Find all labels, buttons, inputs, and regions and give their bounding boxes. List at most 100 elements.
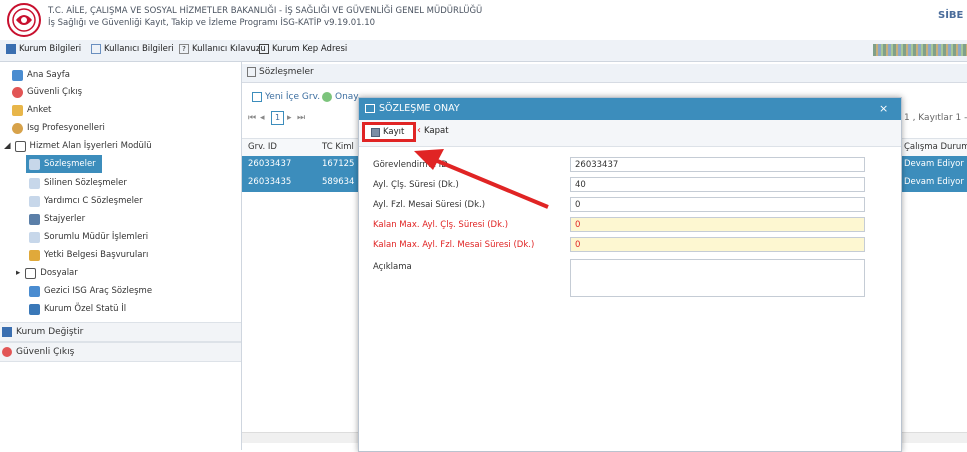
cell-status: Devam Ediyor [904, 159, 964, 169]
sidebar-item-dosyalar[interactable]: ▸ Dosyalar [16, 264, 78, 282]
app-subtitle: İş Sağlığı ve Güvenliği Kayıt, Takip ve … [48, 18, 376, 28]
menu-label: Kullanıcı Bilgileri [104, 44, 174, 54]
sidebar-item-isg-profesyonelleri[interactable]: Isg Profesyonelleri [12, 119, 105, 137]
banner-image [873, 44, 967, 56]
dialog-title: SÖZLEŞME ONAY [379, 103, 460, 114]
home-icon [12, 69, 23, 81]
add-icon [252, 92, 262, 102]
cell-tc: 167125 [322, 159, 355, 169]
menu-kullanici-bilgileri[interactable]: Kullanıcı Bilgileri [91, 44, 174, 54]
sidebar-item-label: Hizmet Alan İşyerleri Modülü [29, 141, 152, 151]
sidebar-item-guvenli-cikis[interactable]: Güvenli Çıkış [12, 83, 82, 101]
sidebar-item-kurum-ozel-statu[interactable]: Kurum Özel Statü İl [29, 300, 126, 318]
user-icon [12, 122, 23, 134]
sidebar-item-yetki-belgesi[interactable]: Yetki Belgesi Başvuruları [29, 246, 148, 264]
column-header[interactable]: Çalışma Durumu [904, 142, 967, 152]
cell-id: 26033437 [248, 159, 292, 169]
button-label: Kapat [424, 125, 449, 136]
sidebar-item-sorumlu-mudur[interactable]: Sorumlu Müdür İşlemleri [29, 228, 148, 246]
records-info: 1 , Kayıtlar 1 - 2 [904, 113, 967, 123]
field-label-kalan-calisma: Kalan Max. Ayl. Çlş. Süresi (Dk.) [373, 220, 509, 230]
kalan-fazla-mesai-field[interactable] [570, 237, 865, 252]
tab-bar: Sözleşmeler [242, 64, 967, 83]
next-page-icon[interactable]: ▸ [287, 113, 292, 123]
calisma-suresi-field[interactable] [570, 177, 865, 192]
field-label-kalan-fazla-mesai: Kalan Max. Ayl. Fzl. Mesai Süresi (Dk.) [373, 240, 535, 250]
chevron-right-icon: ▸ [16, 268, 21, 278]
status-icon [29, 303, 40, 315]
sidebar-item-label: Anket [27, 105, 52, 115]
page-number[interactable]: 1 [271, 111, 284, 125]
close-icon[interactable]: × [879, 102, 888, 115]
save-button[interactable]: Kayıt [362, 122, 416, 142]
menu-kurum-bilgileri[interactable]: Kurum Bilgileri [6, 44, 81, 54]
cancel-icon: ‹ [417, 125, 421, 136]
button-label: Yeni İçe Grv. [265, 92, 321, 102]
tab-sozlesmeler[interactable]: Sözleşmeler [247, 67, 314, 77]
user-search-icon [91, 44, 101, 54]
field-label-aciklama: Açıklama [373, 262, 412, 272]
sidebar-item-stajyerler[interactable]: Stajyerler [29, 210, 85, 228]
sidebar: Ana Sayfa Güvenli Çıkış Anket Isg Profes… [0, 62, 242, 450]
approve-button[interactable]: Onay [322, 92, 359, 102]
button-label: Kayıt [383, 127, 405, 137]
column-header[interactable]: Grv. ID [248, 142, 277, 152]
cancel-button[interactable]: ‹ Kapat [417, 125, 449, 136]
sidebar-item-label: Sözleşmeler [44, 159, 96, 169]
prev-page-icon[interactable]: ◂ [260, 113, 265, 123]
help-icon: ? [179, 44, 189, 54]
top-menu: Kurum Bilgileri Kullanıcı Bilgileri ? Ku… [0, 40, 967, 62]
sidebar-bottom-guvenli-cikis[interactable]: Güvenli Çıkış [0, 342, 241, 362]
sidebar-item-label: Yetki Belgesi Başvuruları [44, 250, 149, 260]
document-icon [29, 195, 40, 207]
column-header[interactable]: TC Kiml [322, 142, 354, 152]
sidebar-item-label: Kurum Değiştir [16, 327, 84, 337]
chevron-down-icon: ◢ [4, 141, 11, 151]
brand-logo: SİBE [938, 10, 964, 21]
sidebar-item-label: Kurum Özel Statü İl [44, 304, 127, 314]
sidebar-kurum-degistir[interactable]: Kurum Değiştir [0, 322, 241, 342]
sidebar-item-label: Sorumlu Müdür İşlemleri [44, 232, 149, 242]
cell-id: 26033435 [248, 177, 292, 187]
exit-icon [12, 86, 23, 98]
field-label-fazla-mesai: Ayl. Fzl. Mesai Süresi (Dk.) [373, 200, 486, 210]
sidebar-item-label: Güvenli Çıkış [27, 87, 83, 97]
gorevlendirme-id-field[interactable] [570, 157, 865, 172]
aciklama-textarea[interactable] [570, 259, 865, 297]
kalan-calisma-field[interactable] [570, 217, 865, 232]
sidebar-item-silinen-sozlesmeler[interactable]: Silinen Sözleşmeler [29, 174, 127, 192]
app-header: T.C. AİLE, ÇALIŞMA VE SOSYAL HİZMETLER B… [0, 0, 967, 41]
sidebar-item-label: Isg Profesyonelleri [27, 123, 105, 133]
building-icon [2, 327, 12, 337]
new-assignment-button[interactable]: Yeni İçe Grv. [252, 92, 320, 102]
mail-icon [259, 44, 269, 54]
field-label-calisma-suresi: Ayl. Çlş. Süresi (Dk.) [373, 180, 459, 190]
last-page-icon[interactable]: ⏭ [297, 113, 305, 123]
sidebar-item-gezici-isg[interactable]: Gezici ISG Araç Sözleşme [29, 282, 152, 300]
sidebar-item-yardimci-sozlesmeler[interactable]: Yardımcı C Sözleşmeler [29, 192, 143, 210]
sidebar-item-ana-sayfa[interactable]: Ana Sayfa [12, 66, 70, 84]
sidebar-item-hizmet-alan[interactable]: ◢ Hizmet Alan İşyerleri Modülü [4, 137, 152, 155]
sidebar-item-label: Dosyalar [40, 268, 78, 278]
fazla-mesai-field[interactable] [570, 197, 865, 212]
menu-label: Kullanıcı Kılavuzu [192, 44, 266, 54]
button-label: Onay [335, 92, 359, 102]
folder-icon [14, 140, 26, 152]
menu-kurum-kep-adresi[interactable]: Kurum Kep Adresi [259, 44, 347, 54]
building-icon [6, 44, 16, 54]
first-page-icon[interactable]: ⏮ [248, 113, 256, 123]
approve-icon [322, 92, 332, 102]
window-icon [365, 104, 375, 113]
sidebar-item-label: Stajyerler [44, 214, 86, 224]
sidebar-item-anket[interactable]: Anket [12, 101, 51, 119]
menu-label: Kurum Bilgileri [19, 44, 82, 54]
menu-label: Kurum Kep Adresi [272, 44, 348, 54]
field-label-gorevlendirme-id: Görevlendirme ID [373, 160, 448, 170]
sidebar-item-label: Silinen Sözleşmeler [44, 178, 127, 188]
sidebar-item-label: Ana Sayfa [27, 70, 70, 80]
menu-kullanici-kilavuzu[interactable]: ? Kullanıcı Kılavuzu [179, 44, 266, 54]
survey-icon [12, 104, 23, 116]
graduate-icon [29, 213, 40, 225]
users-icon [29, 249, 40, 261]
sidebar-item-sozlesmeler[interactable]: Sözleşmeler [26, 155, 102, 173]
